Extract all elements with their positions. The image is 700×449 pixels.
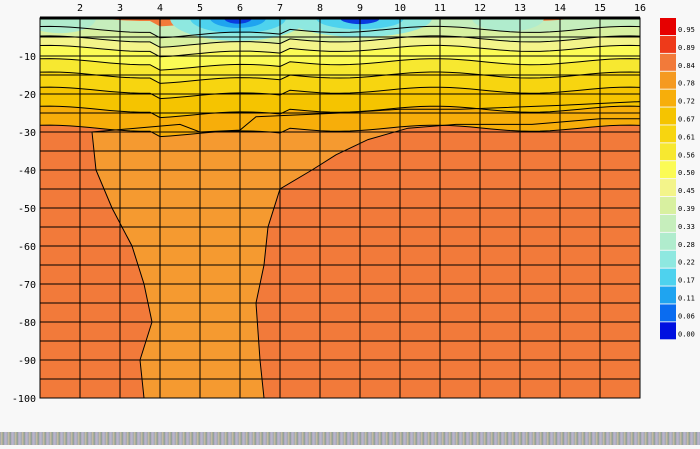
colorbar-swatch-13 (660, 250, 676, 268)
colorbar-label-11: 0.33 (678, 223, 695, 231)
colorbar-swatch-10 (660, 197, 676, 214)
y-tick-label-80: -80 (18, 318, 36, 329)
colorbar-label-5: 0.67 (678, 116, 695, 124)
colorbar-swatch-2 (660, 53, 676, 71)
x-tick-label-2: 2 (77, 3, 83, 14)
y-axis: -10 -20 -30 -40 -50 -60 -70 -80 -90 -100 (12, 52, 36, 405)
colorbar-swatch-15 (660, 286, 676, 304)
colorbar-swatch-8 (660, 161, 676, 179)
plot-area (40, 18, 640, 398)
colorbar: 0.95 0.89 0.84 0.78 0.72 0.67 0.61 0.56 0.50 0.45… (660, 18, 695, 340)
colorbar-label-4: 0.72 (678, 98, 695, 106)
colorbar-label-7: 0.56 (678, 151, 695, 159)
colorbar-label-16: 0.06 (678, 312, 695, 320)
colorbar-swatch-1 (660, 35, 676, 53)
y-tick-label-40: -40 (18, 166, 36, 177)
noise-strip (0, 432, 700, 445)
grid (39, 16, 641, 399)
colorbar-label-13: 0.22 (678, 259, 695, 267)
x-axis: 2 3 4 5 6 7 8 9 10 11 12 13 14 15 16 (77, 3, 646, 14)
x-tick-label-12: 12 (474, 3, 486, 14)
y-tick-label-50: -50 (18, 204, 36, 215)
colorbar-swatch-6 (660, 125, 676, 143)
colorbar-label-10: 0.39 (678, 205, 695, 213)
colorbar-label-0: 0.95 (678, 26, 695, 34)
colorbar-swatch-3 (660, 71, 676, 89)
chart-canvas: 2 3 4 5 6 7 8 9 10 11 12 13 14 15 16 -10 -20 -30 -40 -50 -6… (0, 0, 700, 445)
y-tick-label-60: -60 (18, 242, 36, 253)
colorbar-swatch-12 (660, 232, 676, 250)
colorbar-swatch-11 (660, 214, 676, 232)
colorbar-swatch-4 (660, 89, 676, 107)
colorbar-label-8: 0.50 (678, 169, 695, 177)
colorbar-swatch-5 (660, 107, 676, 125)
y-tick-label-90: -90 (18, 356, 36, 367)
colorbar-label-6: 0.61 (678, 133, 695, 141)
x-tick-label-16: 16 (634, 3, 646, 14)
colorbar-label-3: 0.78 (678, 80, 695, 88)
y-tick-label-30: -30 (18, 128, 36, 139)
colorbar-label-2: 0.84 (678, 62, 695, 70)
x-tick-label-10: 10 (394, 3, 406, 14)
colorbar-label-12: 0.28 (678, 241, 695, 249)
colorbar-swatch-16 (660, 304, 676, 322)
x-tick-label-6: 6 (237, 3, 243, 14)
y-tick-label-10: -10 (18, 52, 36, 63)
x-tick-label-3: 3 (117, 3, 123, 14)
x-tick-label-13: 13 (514, 3, 526, 14)
colorbar-label-1: 0.89 (678, 44, 695, 52)
contour-chart: 2 3 4 5 6 7 8 9 10 11 12 13 14 15 16 -10 -20 -30 -40 -50 -6… (12, 3, 695, 405)
colorbar-label-14: 0.17 (678, 277, 695, 285)
x-tick-label-11: 11 (434, 3, 446, 14)
colorbar-swatch-14 (660, 268, 676, 286)
x-tick-label-8: 8 (317, 3, 323, 14)
colorbar-swatch-7 (660, 143, 676, 161)
x-tick-label-5: 5 (197, 3, 203, 14)
colorbar-label-17: 0.00 (678, 330, 695, 338)
y-tick-label-70: -70 (18, 280, 36, 291)
x-tick-label-4: 4 (157, 3, 163, 14)
colorbar-swatch-0 (660, 18, 676, 35)
x-tick-label-14: 14 (554, 3, 566, 14)
colorbar-swatch-17 (660, 322, 676, 340)
y-tick-label-100: -100 (12, 394, 36, 405)
colorbar-label-15: 0.11 (678, 295, 695, 303)
colorbar-swatch-9 (660, 179, 676, 197)
x-tick-label-7: 7 (277, 3, 283, 14)
colorbar-label-9: 0.45 (678, 187, 695, 195)
x-tick-label-9: 9 (357, 3, 363, 14)
y-tick-label-20: -20 (18, 90, 36, 101)
x-tick-label-15: 15 (594, 3, 606, 14)
